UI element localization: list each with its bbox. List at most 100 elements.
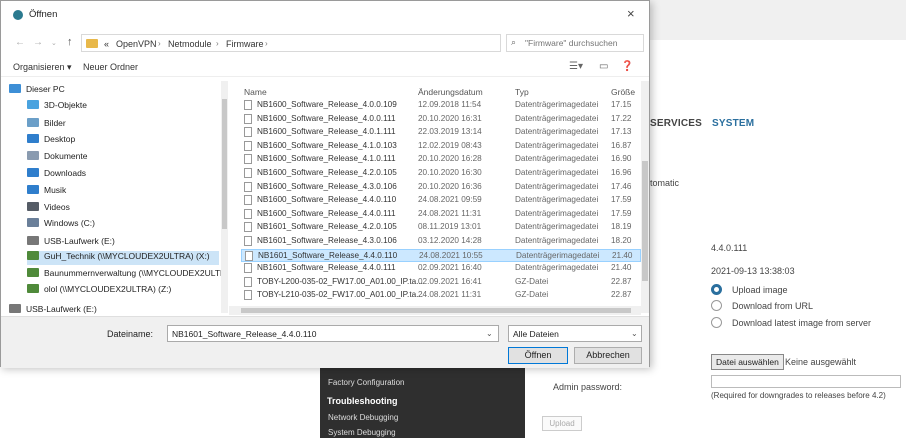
file-row[interactable]: TOBY-L210-035-02_FW17.00_A01.00_IP.ta...… [241,289,641,302]
preview-pane-icon[interactable]: ▭ [599,61,608,72]
file-date: 12.09.2018 11:54 [418,100,482,109]
download-icon [27,168,39,177]
sidebar-item-system-debugging[interactable]: System Debugging [328,428,396,437]
file-row[interactable]: TOBY-L200-035-02_FW17.00_A01.00_IP.ta...… [241,276,641,289]
nav-item[interactable]: Downloads [27,168,219,182]
file-row[interactable]: NB1600_Software_Release_4.1.0.111 20.10.2… [241,153,641,166]
breadcrumb-firmware[interactable]: Firmware [226,39,264,49]
nav-item[interactable]: Desktop [27,134,219,148]
navigation-scrollbar-thumb[interactable] [222,99,227,229]
nav-item[interactable]: Baunummernverwaltung (\\MYCLOUDEX2ULTR [27,268,226,282]
file-row[interactable]: NB1600_Software_Release_4.3.0.106 20.10.2… [241,181,641,194]
nav-item[interactable]: Dokumente [27,151,219,165]
desktop-icon [27,134,39,143]
dialog-toolbar: Organisieren ▾ Neuer Ordner ☰▾ ▭ ❓ [1,57,649,77]
filename-field[interactable]: ⌄ [167,325,499,342]
admin-password-input[interactable] [711,375,901,388]
breadcrumb-overflow[interactable]: « [104,39,109,49]
search-icon: ⌕ [511,37,517,47]
file-list-horizontal-scrollbar[interactable] [229,306,641,315]
nav-item[interactable]: USB-Laufwerk (E:) [27,236,219,250]
file-row[interactable]: NB1601_Software_Release_4.4.0.110 24.08.2… [241,248,641,262]
navigation-scrollbar[interactable] [221,81,228,313]
search-box[interactable]: ⌕ [506,34,644,52]
upload-image-radio[interactable] [711,284,722,295]
back-arrow-icon[interactable]: ← [15,37,25,48]
close-icon[interactable]: × [627,6,635,21]
choose-file-button[interactable]: Datei auswählen [711,354,784,370]
file-row[interactable]: NB1600_Software_Release_4.1.0.103 12.02.2… [241,140,641,153]
nav-item[interactable]: olol (\\MYCLOUDEX2ULTRA) (Z:) [27,284,219,298]
file-size: 22.87 [611,276,632,286]
nav-item[interactable]: Bilder [27,118,219,132]
breadcrumb-netmodule[interactable]: Netmodule [168,39,212,49]
forward-arrow-icon[interactable]: → [33,37,43,48]
upload-button[interactable]: Upload [542,416,582,431]
file-row[interactable]: NB1600_Software_Release_4.0.0.111 20.10.2… [241,113,641,126]
file-list-vertical-scrollbar-thumb[interactable] [642,161,648,281]
file-row[interactable]: NB1600_Software_Release_4.4.0.111 24.08.2… [241,208,641,221]
nav-services[interactable]: SERVICES [650,118,702,129]
address-bar[interactable]: « OpenVPN › Netmodule › Firmware › ⌄ ↻ [81,34,570,52]
file-size: 22.87 [611,290,632,300]
nav-item[interactable]: Dieser PC [9,84,219,98]
file-row[interactable]: NB1600_Software_Release_4.0.1.111 22.03.2… [241,126,641,139]
file-icon [244,100,252,110]
chevron-down-icon[interactable]: ⌄ [486,329,493,338]
sidebar-item-factory-configuration[interactable]: Factory Configuration [328,378,404,387]
column-header-size[interactable]: Größe [611,87,635,97]
cube-icon [27,100,39,109]
file-type: Datenträgerimagedatei [515,195,599,205]
music-icon [27,185,39,194]
nav-system[interactable]: SYSTEM [712,118,754,129]
firmware-version-value: 4.4.0.111 [711,243,748,253]
nav-item[interactable]: Windows (C:) [27,218,219,232]
file-date: 20.10.2020 16:30 [418,168,482,177]
file-name: NB1601_Software_Release_4.4.0.110 [258,250,398,260]
nav-item-label: USB-Laufwerk (E:) [44,236,115,246]
filename-input[interactable] [172,328,472,340]
download-url-radio[interactable] [711,300,722,311]
file-name: NB1600_Software_Release_4.0.0.109 [257,100,397,109]
up-arrow-icon[interactable]: ↑ [67,36,73,48]
sidebar-item-network-debugging[interactable]: Network Debugging [328,413,398,422]
video-icon [27,202,39,211]
nav-item-label: USB-Laufwerk (E:) [26,304,97,314]
file-icon [245,250,253,261]
cancel-button[interactable]: Abbrechen [574,347,642,364]
file-size: 17.59 [611,195,632,205]
nav-item[interactable]: Videos [27,202,219,216]
file-row[interactable]: NB1600_Software_Release_4.0.0.109 12.09.2… [241,99,641,112]
file-row[interactable]: NB1600_Software_Release_4.4.0.110 24.08.2… [241,194,641,207]
nav-item[interactable]: GuH_Technik (\\MYCLOUDEX2ULTRA) (X:) [27,251,219,265]
file-size: 17.46 [611,181,632,191]
download-latest-radio[interactable] [711,317,722,328]
recent-chevron-icon[interactable]: ⌄ [51,39,57,47]
column-header-date[interactable]: Änderungsdatum [418,87,483,97]
file-row[interactable]: NB1601_Software_Release_4.2.0.105 08.11.2… [241,221,641,234]
nav-item[interactable]: 3D-Objekte [27,100,219,114]
open-button[interactable]: Öffnen [508,347,568,364]
file-name: NB1600_Software_Release_4.4.0.110 [257,195,397,205]
file-row[interactable]: NB1601_Software_Release_4.3.0.106 03.12.2… [241,235,641,248]
help-icon[interactable]: ❓ [621,61,633,72]
column-header-type[interactable]: Typ [515,87,529,97]
chevron-down-icon[interactable]: ⌄ [631,329,638,338]
file-row[interactable]: NB1600_Software_Release_4.2.0.105 20.10.2… [241,167,641,180]
file-type-filter[interactable]: Alle Dateien ⌄ [508,325,642,342]
file-row[interactable]: NB1601_Software_Release_4.4.0.111 02.09.2… [241,262,641,275]
new-folder-button[interactable]: Neuer Ordner [83,62,138,72]
automatic-text: tomatic [650,178,680,188]
column-header-name[interactable]: Name [244,87,267,97]
nav-item[interactable]: Musik [27,185,219,199]
file-list-vertical-scrollbar[interactable] [641,81,649,313]
breadcrumb-openvpn[interactable]: OpenVPN [116,39,157,49]
nav-item[interactable]: USB-Laufwerk (E:) [9,304,219,315]
view-options-icon[interactable]: ☰▾ [569,61,583,72]
dialog-titlebar: Öffnen × [1,1,649,29]
file-list-horizontal-scrollbar-thumb[interactable] [241,308,631,313]
nav-item-label: Downloads [44,168,87,178]
search-input[interactable] [525,37,641,49]
file-type: Datenträgerimagedatei [516,250,600,260]
organize-button[interactable]: Organisieren ▾ [13,62,72,73]
